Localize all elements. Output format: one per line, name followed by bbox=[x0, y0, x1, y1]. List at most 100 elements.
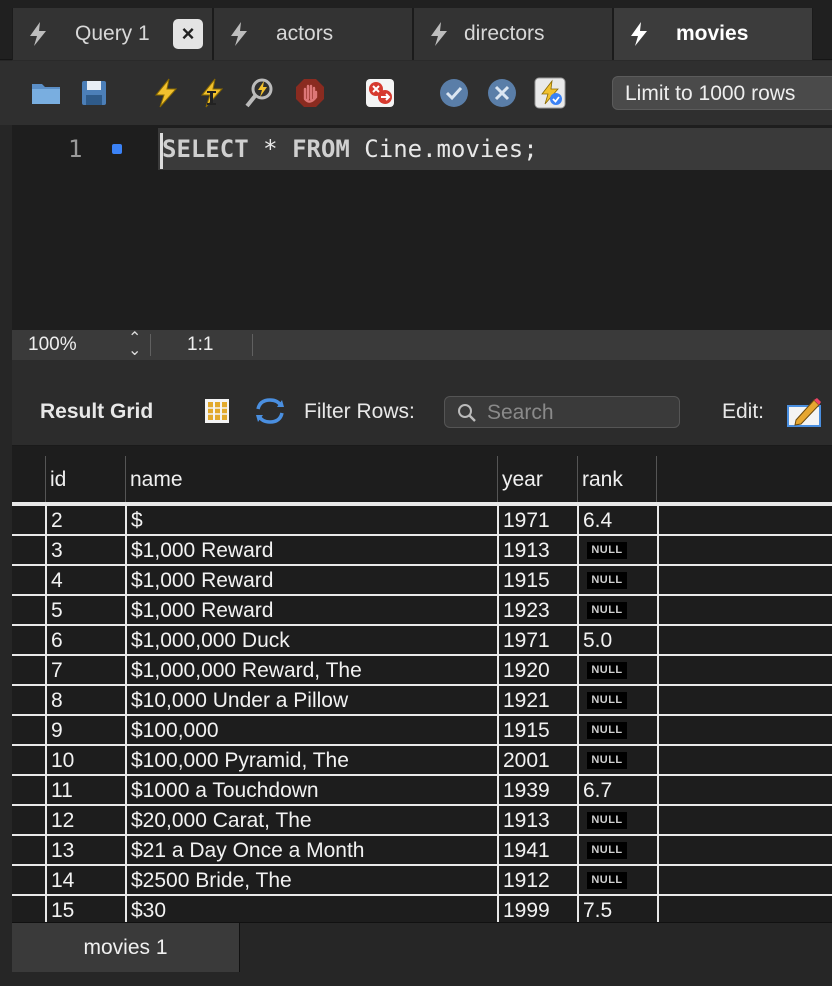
open-folder-icon[interactable] bbox=[30, 77, 62, 109]
cell-id[interactable]: 8 bbox=[45, 686, 125, 716]
cell-year[interactable]: 1971 bbox=[497, 506, 577, 536]
row-gutter[interactable] bbox=[12, 536, 45, 566]
cell-rank[interactable]: NULL bbox=[577, 656, 657, 686]
tab-actors[interactable]: actors bbox=[213, 8, 413, 60]
table-row[interactable]: 5 $1,000 Reward 1923 NULL bbox=[12, 596, 832, 626]
table-row[interactable]: 6 $1,000,000 Duck 1971 5.0 bbox=[12, 626, 832, 656]
cell-id[interactable]: 7 bbox=[45, 656, 125, 686]
toggle-error-icon[interactable] bbox=[364, 77, 396, 109]
row-gutter[interactable] bbox=[12, 746, 45, 776]
autocommit-icon[interactable] bbox=[534, 77, 566, 109]
sql-code-line[interactable]: SELECT * FROM Cine.movies; bbox=[162, 131, 538, 167]
tab-directors[interactable]: directors bbox=[413, 8, 613, 60]
row-gutter[interactable] bbox=[12, 776, 45, 806]
cell-name[interactable]: $1,000,000 Reward, The bbox=[125, 656, 497, 686]
row-gutter[interactable] bbox=[12, 716, 45, 746]
cell-year[interactable]: 1921 bbox=[497, 686, 577, 716]
cell-year[interactable]: 1913 bbox=[497, 806, 577, 836]
cell-year[interactable]: 1923 bbox=[497, 596, 577, 626]
cell-name[interactable]: $1,000 Reward bbox=[125, 536, 497, 566]
cell-id[interactable]: 10 bbox=[45, 746, 125, 776]
cell-name[interactable]: $1,000 Reward bbox=[125, 566, 497, 596]
row-gutter[interactable] bbox=[12, 596, 45, 626]
zoom-stepper-icon[interactable]: ⌃ ⌄ bbox=[128, 331, 141, 359]
table-row[interactable]: 11 $1000 a Touchdown 1939 6.7 bbox=[12, 776, 832, 806]
cell-name[interactable]: $100,000 Pyramid, The bbox=[125, 746, 497, 776]
cell-id[interactable]: 13 bbox=[45, 836, 125, 866]
table-row[interactable]: 4 $1,000 Reward 1915 NULL bbox=[12, 566, 832, 596]
row-gutter[interactable] bbox=[12, 806, 45, 836]
cell-name[interactable]: $10,000 Under a Pillow bbox=[125, 686, 497, 716]
cell-rank[interactable]: NULL bbox=[577, 596, 657, 626]
cell-id[interactable]: 11 bbox=[45, 776, 125, 806]
result-tab-movies-1[interactable]: movies 1 bbox=[12, 923, 240, 973]
execute-current-icon[interactable] bbox=[196, 77, 228, 109]
cell-name[interactable]: $1000 a Touchdown bbox=[125, 776, 497, 806]
filter-search-box[interactable] bbox=[444, 396, 680, 428]
column-header-name[interactable]: name bbox=[125, 456, 497, 504]
commit-icon[interactable] bbox=[438, 77, 470, 109]
cell-year[interactable]: 1915 bbox=[497, 566, 577, 596]
cell-id[interactable]: 14 bbox=[45, 866, 125, 896]
row-gutter[interactable] bbox=[12, 896, 45, 922]
cell-year[interactable]: 2001 bbox=[497, 746, 577, 776]
cell-id[interactable]: 3 bbox=[45, 536, 125, 566]
save-icon[interactable] bbox=[78, 77, 110, 109]
cell-year[interactable]: 1941 bbox=[497, 836, 577, 866]
table-row[interactable]: 10 $100,000 Pyramid, The 2001 NULL bbox=[12, 746, 832, 776]
cell-rank[interactable]: NULL bbox=[577, 806, 657, 836]
cell-year[interactable]: 1939 bbox=[497, 776, 577, 806]
cell-rank[interactable]: NULL bbox=[577, 746, 657, 776]
table-row[interactable]: 7 $1,000,000 Reward, The 1920 NULL bbox=[12, 656, 832, 686]
row-gutter[interactable] bbox=[12, 686, 45, 716]
column-header-id[interactable]: id bbox=[45, 456, 125, 504]
result-grid[interactable]: id name year rank 2 $1971 6.4 3 $1,000 Rewar… bbox=[12, 446, 832, 922]
cell-rank[interactable]: NULL bbox=[577, 566, 657, 596]
column-header-year[interactable]: year bbox=[497, 456, 577, 504]
cell-name[interactable]: $ bbox=[125, 506, 497, 536]
row-gutter[interactable] bbox=[12, 566, 45, 596]
cell-rank[interactable]: 6.7 bbox=[577, 776, 657, 806]
execute-icon[interactable] bbox=[150, 77, 182, 109]
table-row[interactable]: 8 $10,000 Under a Pillow 1921 NULL bbox=[12, 686, 832, 716]
cell-rank[interactable]: NULL bbox=[577, 866, 657, 896]
row-gutter[interactable] bbox=[12, 866, 45, 896]
row-gutter[interactable] bbox=[12, 626, 45, 656]
cell-year[interactable]: 1915 bbox=[497, 716, 577, 746]
zoom-level[interactable]: 100% bbox=[28, 334, 77, 356]
cell-rank[interactable]: 5.0 bbox=[577, 626, 657, 656]
table-row[interactable]: 13 $21 a Day Once a Month 1941 NULL bbox=[12, 836, 832, 866]
cell-id[interactable]: 15 bbox=[45, 896, 125, 922]
cell-name[interactable]: $20,000 Carat, The bbox=[125, 806, 497, 836]
cell-year[interactable]: 1971 bbox=[497, 626, 577, 656]
table-row[interactable]: 14 $2500 Bride, The 1912 NULL bbox=[12, 866, 832, 896]
limit-rows-select[interactable]: Limit to 1000 rows bbox=[612, 76, 832, 110]
cell-rank[interactable]: 6.4 bbox=[577, 506, 657, 536]
cell-rank[interactable]: NULL bbox=[577, 716, 657, 746]
column-header-rank[interactable]: rank bbox=[577, 456, 657, 504]
cell-id[interactable]: 5 bbox=[45, 596, 125, 626]
table-row[interactable]: 3 $1,000 Reward 1913 NULL bbox=[12, 536, 832, 566]
row-gutter[interactable] bbox=[12, 836, 45, 866]
table-row[interactable]: 9 $100,000 1915 NULL bbox=[12, 716, 832, 746]
cell-name[interactable]: $1,000,000 Duck bbox=[125, 626, 497, 656]
grid-view-icon[interactable] bbox=[204, 398, 230, 424]
tab-query-1[interactable]: Query 1 × bbox=[12, 8, 213, 60]
cell-id[interactable]: 4 bbox=[45, 566, 125, 596]
search-input[interactable] bbox=[485, 398, 674, 428]
cell-rank[interactable]: NULL bbox=[577, 536, 657, 566]
cell-year[interactable]: 1920 bbox=[497, 656, 577, 686]
sql-editor[interactable]: 1 SELECT * FROM Cine.movies; bbox=[12, 125, 832, 330]
row-gutter[interactable] bbox=[12, 656, 45, 686]
cell-name[interactable]: $2500 Bride, The bbox=[125, 866, 497, 896]
rollback-icon[interactable] bbox=[486, 77, 518, 109]
cell-id[interactable]: 12 bbox=[45, 806, 125, 836]
cell-name[interactable]: $30 bbox=[125, 896, 497, 922]
cell-rank[interactable]: NULL bbox=[577, 836, 657, 866]
refresh-icon[interactable] bbox=[254, 397, 286, 425]
cell-name[interactable]: $100,000 bbox=[125, 716, 497, 746]
explain-icon[interactable] bbox=[244, 77, 276, 109]
table-row[interactable]: 12 $20,000 Carat, The 1913 NULL bbox=[12, 806, 832, 836]
stop-icon[interactable] bbox=[294, 77, 326, 109]
cell-rank[interactable]: NULL bbox=[577, 686, 657, 716]
